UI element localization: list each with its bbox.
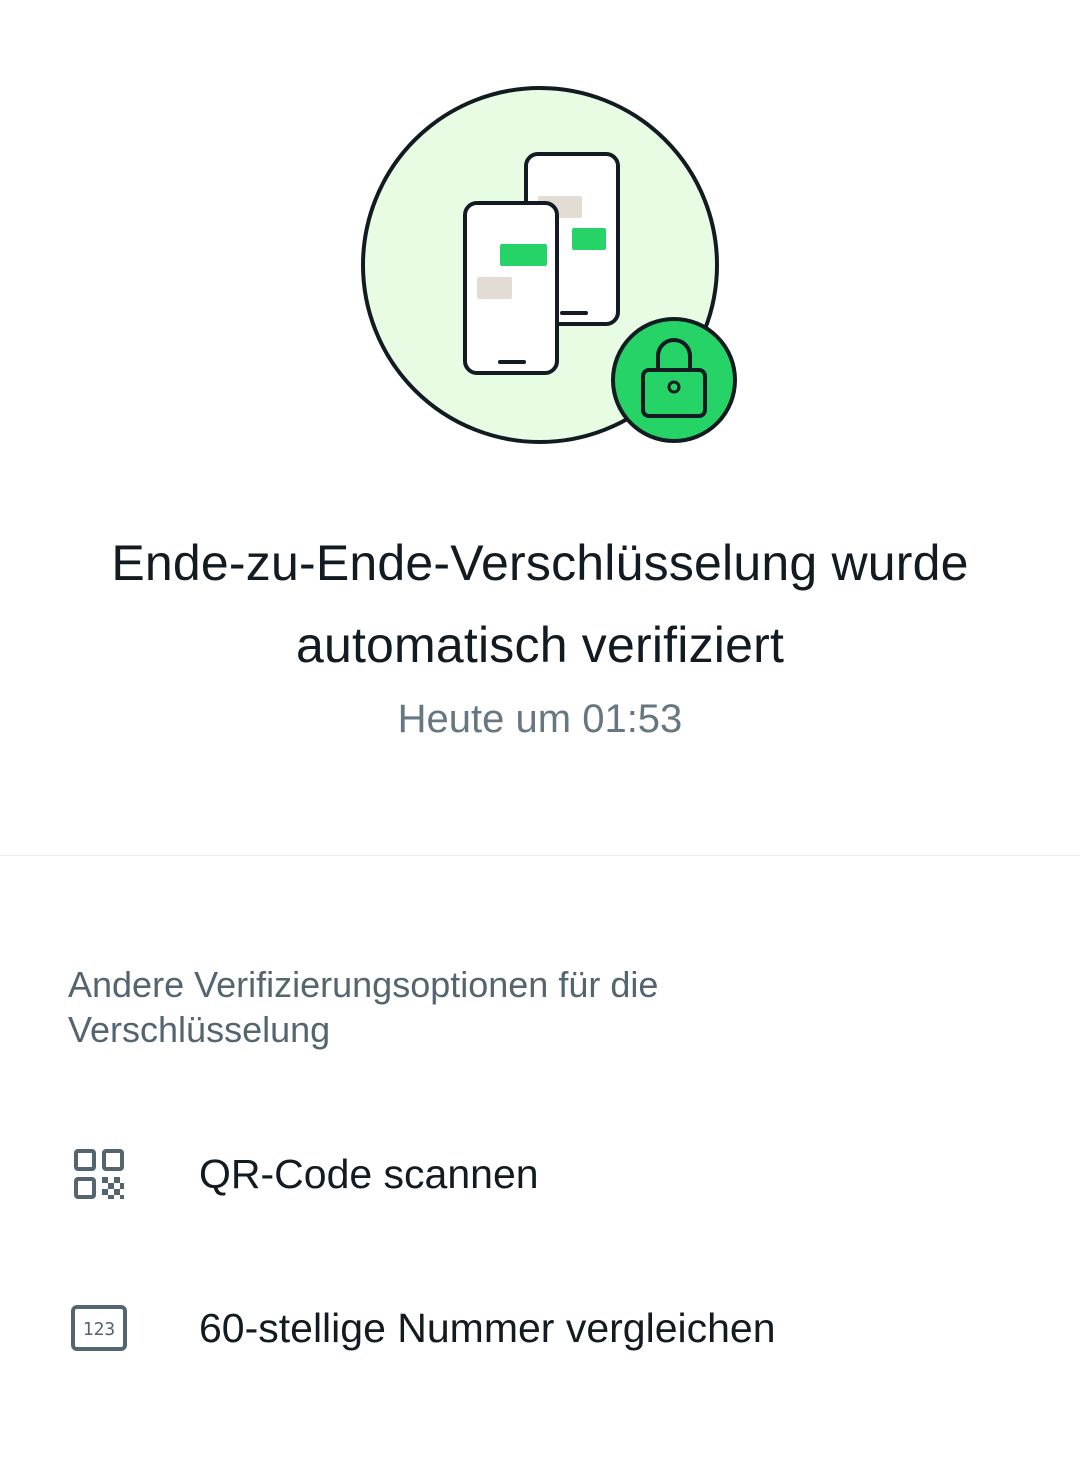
encryption-verification-screen: Ende-zu-Ende-Verschlüsselung wurde autom… — [0, 0, 1080, 1468]
page-title: Ende-zu-Ende-Verschlüsselung wurde autom… — [111, 535, 969, 673]
illustration-area — [0, 0, 1080, 470]
number-icon-text: 123 — [83, 1319, 116, 1340]
number-123-icon: 123 — [70, 1299, 128, 1357]
scan-qr-code-label: QR-Code scannen — [199, 1151, 539, 1197]
compare-number-label: 60-stellige Nummer vergleichen — [199, 1305, 776, 1351]
phones-with-lock-illustration — [361, 86, 737, 444]
qr-code-icon — [70, 1145, 128, 1203]
verification-timestamp: Heute um 01:53 — [397, 697, 683, 741]
divider — [0, 855, 1080, 856]
compare-number-option[interactable]: 123 60-stellige Nummer vergleichen — [0, 1263, 1080, 1393]
section-title: Andere Verifizierungsoptionen für die Ve… — [68, 964, 659, 1050]
scan-qr-code-option[interactable]: QR-Code scannen — [0, 1109, 1080, 1239]
